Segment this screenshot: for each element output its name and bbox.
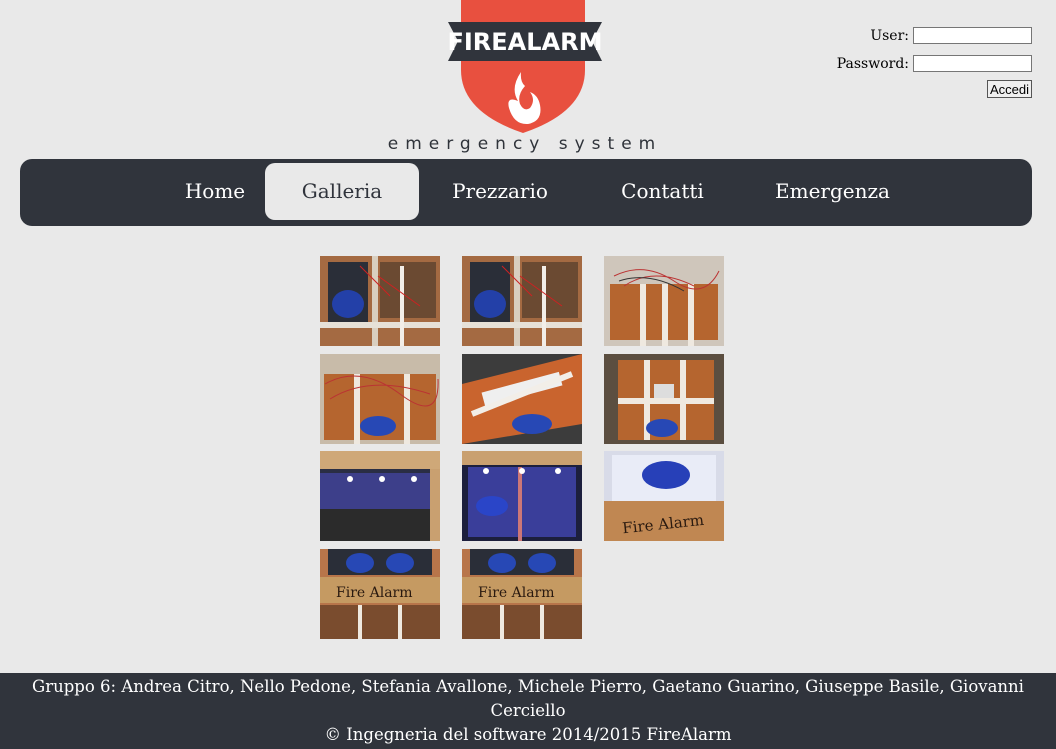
logo-graphic: FIREALARM: [447, 0, 603, 133]
photo-image: [604, 354, 724, 444]
nav-item-galleria[interactable]: Galleria: [265, 163, 419, 220]
nav-item-prezzario[interactable]: Prezzario: [440, 163, 560, 220]
photo-image: [320, 354, 440, 444]
sign-text: Fire Alarm: [336, 585, 413, 601]
footer-credits: Gruppo 6: Andrea Citro, Nello Pedone, St…: [32, 677, 1024, 720]
logo-tagline: emergency system: [387, 134, 663, 154]
gallery-thumb[interactable]: Fire Alarm: [462, 549, 582, 639]
sign-text: Fire Alarm: [478, 585, 555, 601]
password-label: Password:: [836, 55, 909, 72]
user-input[interactable]: [913, 27, 1032, 44]
main-nav: Home Galleria Prezzario Contatti Emergen…: [20, 159, 1032, 226]
gallery-thumb[interactable]: [320, 451, 440, 541]
site-logo[interactable]: FIREALARM emergency system: [370, 0, 690, 158]
photo-image: [462, 451, 582, 541]
page-footer: Gruppo 6: Andrea Citro, Nello Pedone, St…: [0, 673, 1056, 749]
photo-image: [604, 256, 724, 346]
gallery-thumb[interactable]: [320, 256, 440, 346]
nav-item-contatti[interactable]: Contatti: [605, 163, 720, 220]
gallery-thumb[interactable]: [604, 354, 724, 444]
photo-image: Fire Alarm: [320, 549, 440, 639]
footer-copyright: © Ingegneria del software 2014/2015 Fire…: [324, 725, 732, 744]
photo-image: [320, 451, 440, 541]
login-button[interactable]: Accedi: [986, 80, 1032, 98]
photo-image: Fire Alarm: [604, 451, 724, 541]
logo-title: FIREALARM: [447, 28, 602, 56]
nav-item-emergenza[interactable]: Emergenza: [765, 163, 900, 220]
gallery-thumb[interactable]: [462, 354, 582, 444]
photo-image: [320, 256, 440, 346]
gallery-thumb[interactable]: Fire Alarm: [604, 451, 724, 541]
gallery-thumb[interactable]: Fire Alarm: [320, 549, 440, 639]
photo-image: [462, 256, 582, 346]
login-form: User: Password: Accedi: [812, 26, 1032, 98]
nav-item-home[interactable]: Home: [160, 163, 270, 220]
user-label: User:: [870, 27, 909, 44]
gallery-thumb[interactable]: [462, 451, 582, 541]
photo-image: Fire Alarm: [462, 549, 582, 639]
gallery-thumb[interactable]: [604, 256, 724, 346]
gallery-thumb[interactable]: [462, 256, 582, 346]
gallery-thumb[interactable]: [320, 354, 440, 444]
photo-image: [462, 354, 582, 444]
password-input[interactable]: [913, 55, 1032, 72]
